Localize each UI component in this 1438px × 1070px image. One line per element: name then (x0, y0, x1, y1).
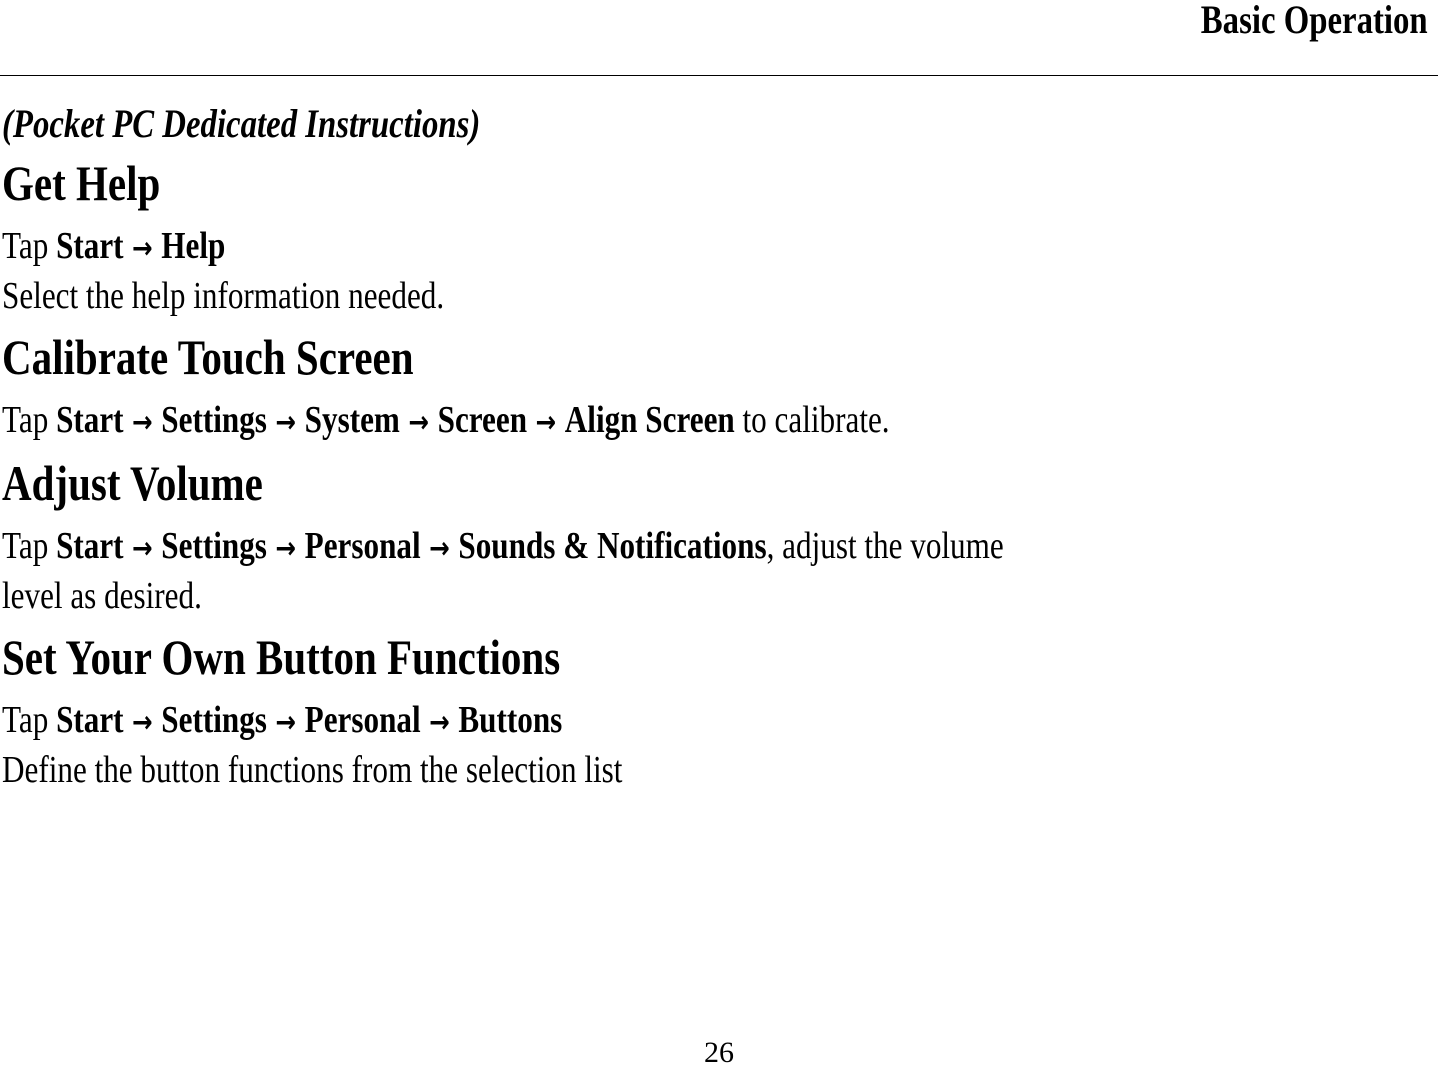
menu-step: Start (56, 399, 124, 441)
instruction-path: Tap Start → Help (2, 224, 225, 268)
arrow-right-icon: → (123, 231, 162, 266)
instruction-text: Select the help information needed. (2, 275, 445, 317)
menu-step: Sounds & Notifications (458, 525, 767, 567)
menu-step: Settings (161, 699, 267, 741)
document-subtitle: (Pocket PC Dedicated Instructions) (2, 101, 481, 146)
section-heading-adjust-volume: Adjust Volume (2, 455, 263, 511)
menu-step: Settings (161, 399, 267, 441)
arrow-right-icon: → (266, 531, 305, 566)
menu-step: Settings (161, 525, 267, 567)
arrow-right-icon: → (123, 531, 162, 566)
menu-step: Personal (304, 699, 421, 741)
instruction-verb: Tap (2, 525, 57, 567)
arrow-right-icon: → (420, 705, 459, 740)
menu-step: Screen (437, 399, 528, 441)
menu-step: System (304, 399, 400, 441)
instruction-path: Tap Start → Settings → Personal → Sounds… (2, 524, 1004, 568)
menu-step: Help (161, 225, 226, 267)
instruction-suffix: , adjust the volume (766, 525, 1004, 567)
arrow-right-icon: → (123, 705, 162, 740)
section-heading-calibrate-touch-screen: Calibrate Touch Screen (2, 329, 414, 385)
instruction-verb: Tap (2, 225, 57, 267)
instruction-path: Tap Start → Settings → System → Screen →… (2, 398, 890, 442)
arrow-right-icon: → (420, 531, 459, 566)
running-header-title: Basic Operation (1201, 0, 1428, 42)
header-divider (0, 75, 1438, 76)
arrow-right-icon: → (123, 405, 162, 440)
instruction-verb: Tap (2, 399, 57, 441)
instruction-text: Define the button functions from the sel… (2, 749, 623, 791)
arrow-right-icon: → (266, 405, 305, 440)
instruction-text: level as desired. (2, 575, 202, 617)
section-heading-set-button-functions: Set Your Own Button Functions (2, 629, 561, 685)
menu-step: Personal (304, 525, 421, 567)
arrow-right-icon: → (399, 405, 438, 440)
menu-step: Start (56, 699, 124, 741)
menu-step: Start (56, 525, 124, 567)
menu-step: Align Screen (564, 399, 735, 441)
instruction-suffix: to calibrate. (734, 399, 890, 441)
instruction-path: Tap Start → Settings → Personal → Button… (2, 698, 562, 742)
section-heading-get-help: Get Help (2, 155, 161, 211)
arrow-right-icon: → (527, 405, 565, 440)
menu-step: Buttons (458, 699, 563, 741)
arrow-right-icon: → (266, 705, 305, 740)
menu-step: Start (56, 225, 124, 267)
instruction-verb: Tap (2, 699, 57, 741)
